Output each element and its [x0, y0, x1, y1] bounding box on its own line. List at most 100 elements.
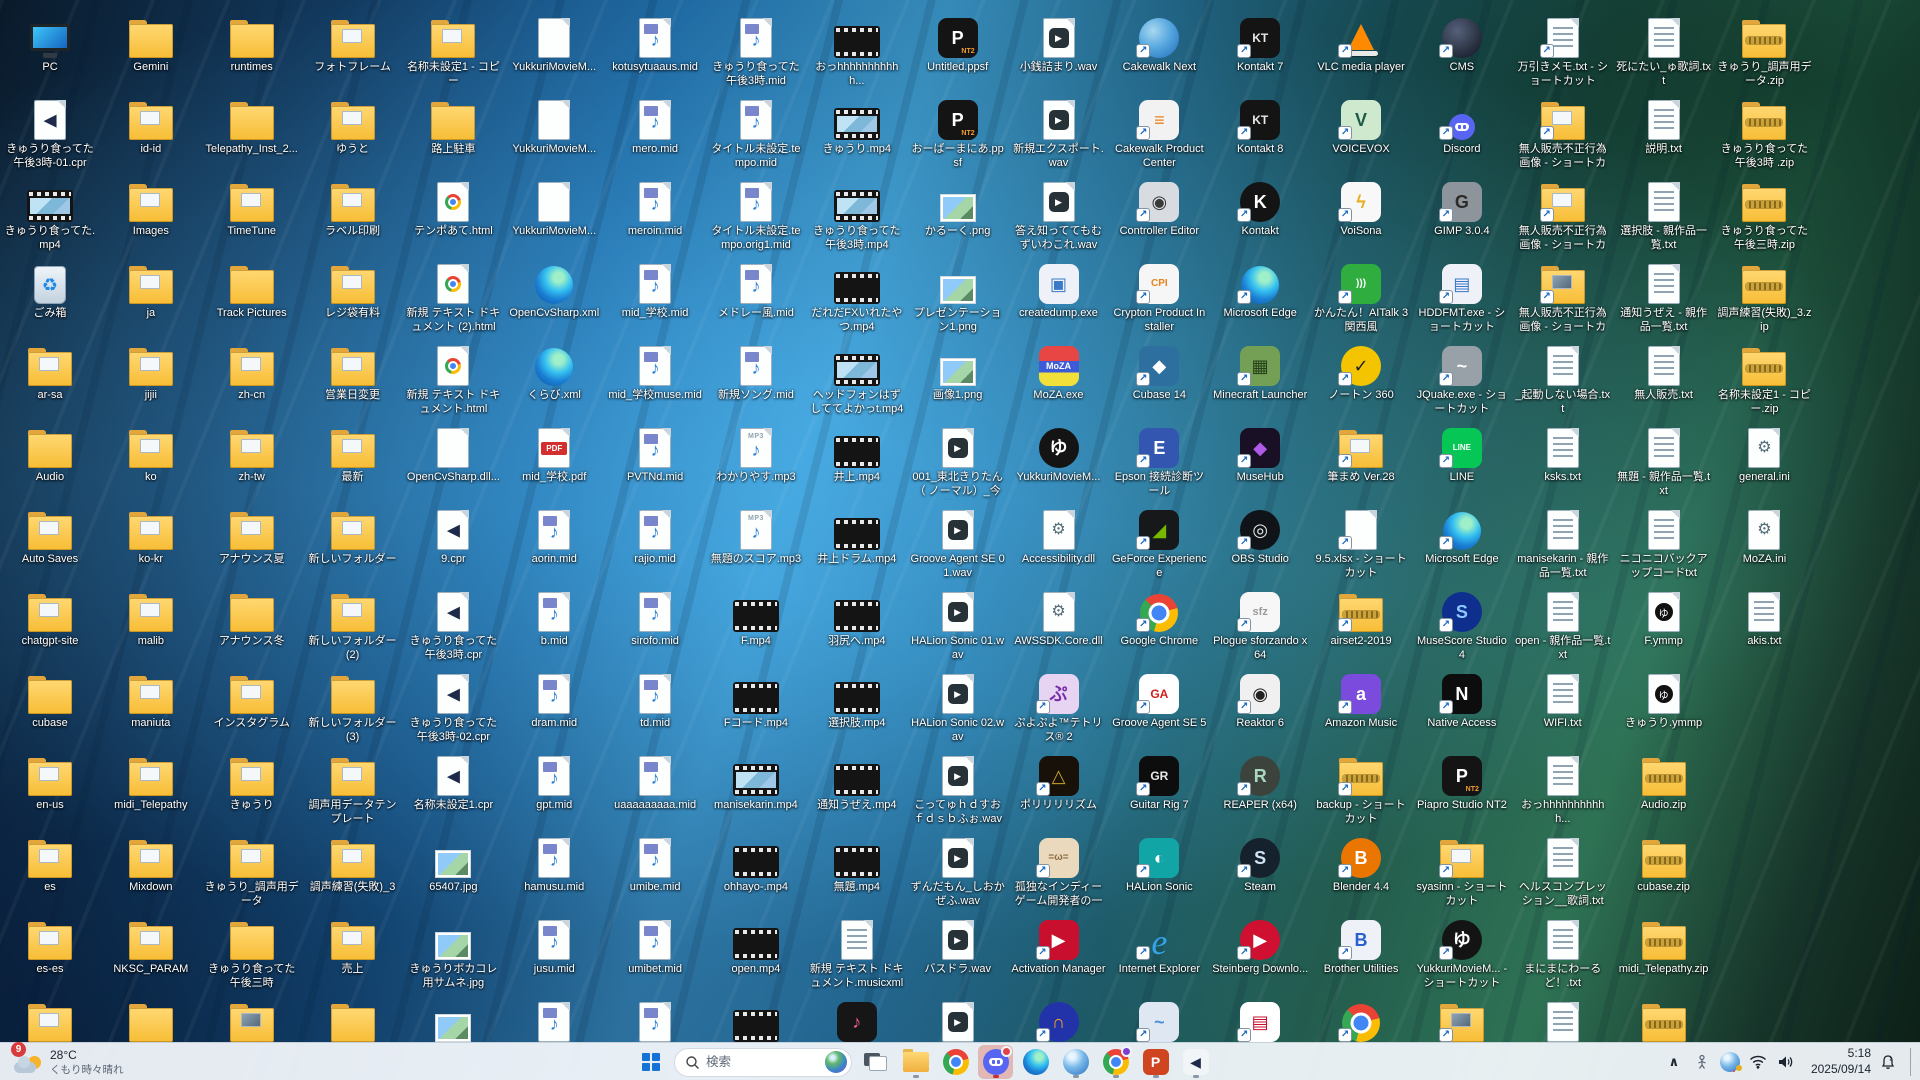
desktop-icon[interactable]: zh-cn	[204, 342, 300, 402]
desktop-icon[interactable]: ゆ↗YukkuriMovieM... - ショートカット	[1414, 916, 1510, 991]
desktop-icon[interactable]: Telepathy_Inst_2...	[204, 96, 300, 156]
desktop-icon[interactable]: きゅうり食ってた午後三時	[204, 916, 300, 991]
desktop-icon[interactable]: ゆうと	[305, 96, 401, 156]
desktop-icon[interactable]: フォトフレーム	[305, 14, 401, 74]
desktop-icon[interactable]: Images	[103, 178, 199, 238]
taskbar-search[interactable]	[674, 1048, 852, 1077]
weather-widget[interactable]: 9 28°C くもり時々晴れ	[8, 1046, 130, 1078]
desktop-icon[interactable]: きゅうりボカコレ用サムネ.jpg	[405, 916, 501, 991]
desktop-icon[interactable]: ♪rajio.mid	[607, 506, 703, 566]
desktop-icon[interactable]: 名称未設定1 - コピー	[405, 14, 501, 89]
volume-icon[interactable]	[1775, 1047, 1797, 1077]
desktop-icon[interactable]: S↗MuseScore Studio 4	[1414, 588, 1510, 663]
desktop-icon[interactable]	[405, 998, 501, 1044]
desktop-icon[interactable]: open.mp4	[708, 916, 804, 976]
desktop-icon[interactable]: ↗無人販売不正行為画像 - ショートカット	[1515, 260, 1611, 336]
desktop-icon[interactable]: GA↗Groove Agent SE 5	[1111, 670, 1207, 730]
desktop-icon[interactable]: sfz↗Plogue sforzando x64	[1212, 588, 1308, 663]
desktop-icon[interactable]: PNT2おーばーまにあ.ppsf	[910, 96, 1006, 171]
desktop-icon[interactable]: manisekarin.mp4	[708, 752, 804, 812]
desktop-icon[interactable]: ◀名称未設定1.cpr	[405, 752, 501, 812]
desktop-icon[interactable]: ぷ↗ぷよぷよ™テトリス® 2	[1011, 670, 1107, 745]
desktop-icon[interactable]: きゅうり食ってた午後三時.zip	[1716, 178, 1812, 253]
desktop-icon[interactable]: G↗GIMP 3.0.4	[1414, 178, 1510, 238]
taskbar-discord-button[interactable]	[978, 1045, 1013, 1079]
taskbar-microsoft-edge-button[interactable]	[1018, 1045, 1053, 1079]
desktop-icon[interactable]: ▣createdump.exe	[1011, 260, 1107, 320]
desktop-icon[interactable]: ◉↗Controller Editor	[1111, 178, 1207, 238]
desktop-icon[interactable]: ◉↗Reaktor 6	[1212, 670, 1308, 730]
desktop-icon[interactable]: jijii	[103, 342, 199, 402]
desktop-icon[interactable]: ↗CMS	[1414, 14, 1510, 74]
desktop-icon[interactable]	[2, 998, 98, 1044]
desktop-icon[interactable]: ko	[103, 424, 199, 484]
desktop-icon[interactable]: 65407.jpg	[405, 834, 501, 894]
desktop-icon[interactable]: Track Pictures	[204, 260, 300, 320]
desktop-icon[interactable]: ↗	[1313, 998, 1409, 1044]
desktop-icon[interactable]: manisekarin - 親作品一覧.txt	[1515, 506, 1611, 581]
desktop-icon[interactable]: ↗無人販売不正行為画像 - ショートカット	[1515, 178, 1611, 254]
taskbar-cubase-button[interactable]: ◀	[1178, 1045, 1213, 1079]
desktop-icon[interactable]: a↗Amazon Music	[1313, 670, 1409, 730]
desktop-icon[interactable]: TimeTune	[204, 178, 300, 238]
desktop-icon[interactable]: 名称未設定1 - コピー.zip	[1716, 342, 1812, 417]
desktop-icon[interactable]: MP3♪わかりやす.mp3	[708, 424, 804, 484]
desktop-icon[interactable]: YukkuriMovieM...	[506, 96, 602, 156]
desktop-icon[interactable]: es	[2, 834, 98, 894]
desktop-icon[interactable]: ♪メドレー風.mid	[708, 260, 804, 320]
desktop-icon[interactable]: アナウンス冬	[204, 588, 300, 648]
taskbar-google-chrome-button[interactable]	[938, 1045, 973, 1079]
desktop-icon[interactable]: PDFmid_学校.pdf	[506, 424, 602, 484]
desktop-icon[interactable]: ↗Discord	[1414, 96, 1510, 156]
desktop-icon[interactable]: 最新	[305, 424, 401, 484]
desktop-icon[interactable]: くらび.xml	[506, 342, 602, 402]
desktop-icon[interactable]: ♪dram.mid	[506, 670, 602, 730]
desktop-icon[interactable]: ♪sirofo.mid	[607, 588, 703, 648]
desktop-icon[interactable]: ♪meroin.mid	[607, 178, 703, 238]
taskbar-google-chrome-profile-button[interactable]	[1098, 1045, 1133, 1079]
desktop-icon[interactable]: 営業日変更	[305, 342, 401, 402]
desktop-icon[interactable]: 調声練習(失敗)_3	[305, 834, 401, 894]
desktop-icon[interactable]: きゅうり.mp4	[809, 96, 905, 156]
desktop-icon[interactable]: ♪umibet.mid	[607, 916, 703, 976]
desktop-icon[interactable]: es-es	[2, 916, 98, 976]
desktop-icon[interactable]	[1616, 998, 1712, 1044]
desktop-icon[interactable]: 無人販売.txt	[1616, 342, 1712, 402]
search-highlight-globe-icon[interactable]	[825, 1051, 847, 1073]
desktop-icon[interactable]: YukkuriMovieM...	[506, 14, 602, 74]
desktop-icon[interactable]: ◆↗MuseHub	[1212, 424, 1308, 484]
desktop-icon[interactable]: GR↗Guitar Rig 7	[1111, 752, 1207, 812]
desktop-icon[interactable]: 井上ドラム.mp4	[809, 506, 905, 566]
desktop-icon[interactable]: ◀きゅうり食ってた午後3時-01.cpr	[2, 96, 98, 171]
desktop-icon[interactable]: ↗万引きメモ.txt - ショートカット	[1515, 14, 1611, 89]
desktop-icon[interactable]: きゅうり_調声用データ	[204, 834, 300, 909]
desktop-icon[interactable]: OpenCvSharp.xml	[506, 260, 602, 320]
desktop-icon[interactable]: ▤↗HDDFMT.exe - ショートカット	[1414, 260, 1510, 335]
desktop-icon[interactable]: Audio	[2, 424, 98, 484]
tray-sphere-app-icon[interactable]	[1719, 1047, 1741, 1077]
desktop-icon[interactable]: ≡↗Cakewalk Product Center	[1111, 96, 1207, 171]
desktop-icon[interactable]: ♪きゅうり食ってた午後3時.mid	[708, 14, 804, 89]
desktop-icon[interactable]: MP3♪無題のスコア.mp3	[708, 506, 804, 566]
accessibility-person-icon[interactable]	[1691, 1047, 1713, 1077]
desktop-icon[interactable]: ◀きゅうり食ってた午後3時-02.cpr	[405, 670, 501, 745]
desktop-icon[interactable]	[103, 998, 199, 1044]
desktop-icon[interactable]: Fコード.mp4	[708, 670, 804, 730]
desktop-icon[interactable]: ↗syasinn - ショートカット	[1414, 834, 1510, 909]
desktop-icon[interactable]: ▶答え知っててもむずいわこれ.wav	[1011, 178, 1107, 253]
desktop-icon[interactable]: 羽尻へ.mp4	[809, 588, 905, 648]
desktop-icon[interactable]: midi_Telepathy	[103, 752, 199, 812]
desktop-icon[interactable]: YukkuriMovieM...	[506, 178, 602, 238]
desktop-icon[interactable]	[305, 998, 401, 1044]
desktop-icon[interactable]: B↗Blender 4.4	[1313, 834, 1409, 894]
desktop-icon[interactable]: ♪mero.mid	[607, 96, 703, 156]
desktop-icon[interactable]: 新規 テキスト ドキュメント.musicxml	[809, 916, 905, 991]
desktop-icon[interactable]: 調声練習(失敗)_3.zip	[1716, 260, 1812, 335]
desktop-icon[interactable]: ϟ↗VoiSona	[1313, 178, 1409, 238]
desktop-icon[interactable]: ↗backup - ショートカット	[1313, 752, 1409, 827]
desktop-icon[interactable]: =ω=↗孤独なインディーゲーム開発者の一生 ...	[1011, 834, 1107, 910]
desktop-icon[interactable]: id-id	[103, 96, 199, 156]
desktop-icon[interactable]: 新しいフォルダー	[305, 506, 401, 566]
desktop-icon[interactable]: ▶HALion Sonic 01.wav	[910, 588, 1006, 663]
desktop-icon[interactable]: ~↗JQuake.exe - ショートカット	[1414, 342, 1510, 417]
